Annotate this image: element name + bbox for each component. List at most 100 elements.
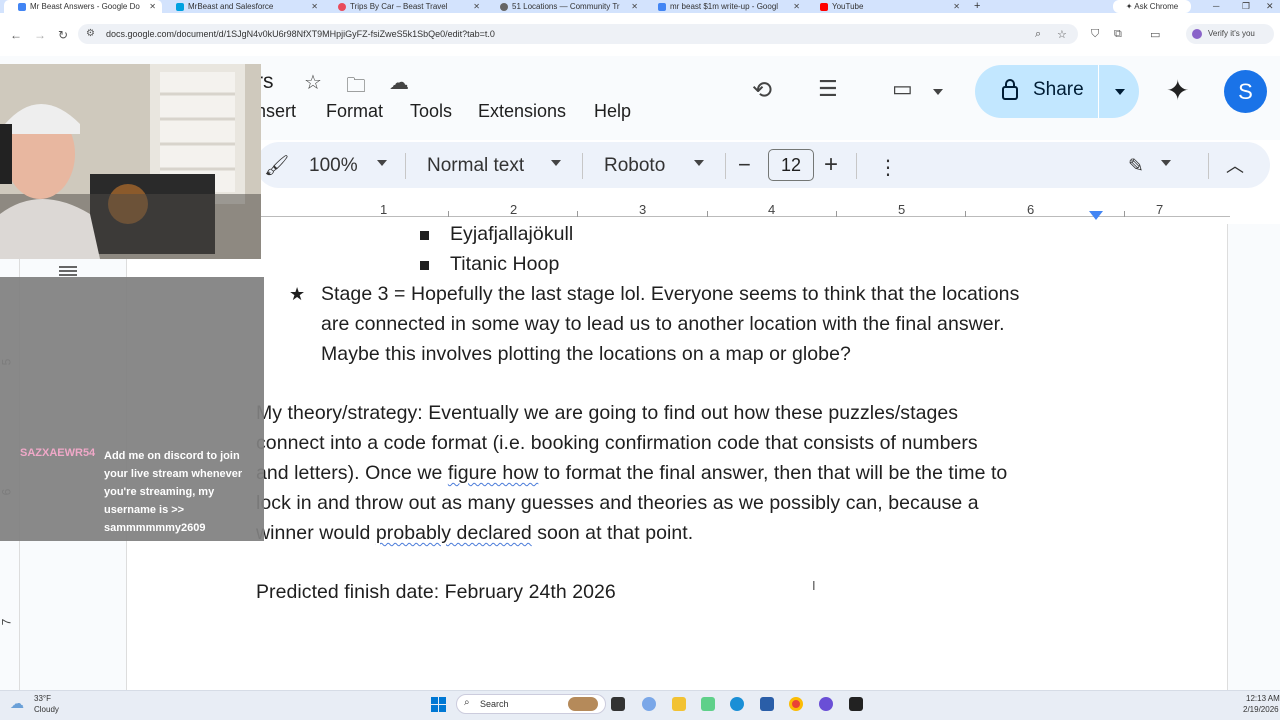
extensions-puzzle-icon[interactable]: ⧉ [1114, 28, 1122, 41]
increase-font-size-button[interactable]: + [824, 151, 838, 179]
weather-cloud-icon[interactable]: ☁ [10, 695, 24, 712]
tab-title: Trips By Car – Beast Travel [350, 2, 448, 11]
mode-chevron-down-icon[interactable] [1161, 160, 1171, 166]
zoom-select[interactable]: 100% [309, 155, 358, 177]
chrome-icon[interactable] [789, 697, 803, 711]
youtube-icon [820, 2, 828, 11]
meet-camera-icon[interactable]: ▭ [892, 76, 913, 102]
windows-start-icon[interactable] [431, 697, 446, 712]
weather-temperature[interactable]: 33°F [34, 694, 51, 703]
clock-time[interactable]: 12:13 AM [1246, 694, 1280, 703]
verify-profile-button[interactable]: Verify it's you [1186, 24, 1274, 44]
discord-icon[interactable] [819, 697, 833, 711]
clock-date[interactable]: 2/19/2026 [1243, 705, 1279, 714]
style-chevron-down-icon[interactable] [551, 160, 561, 166]
close-icon[interactable]: ✕ [793, 0, 800, 13]
ruler-number: 5 [898, 202, 906, 217]
store-icon[interactable] [760, 697, 774, 711]
lock-icon [1002, 79, 1018, 100]
avatar[interactable]: S [1224, 70, 1267, 113]
snipping-tool-icon[interactable] [701, 697, 715, 711]
copilot-icon[interactable] [642, 697, 656, 711]
theory-line[interactable]: connect into a code format (i.e. booking… [256, 432, 978, 455]
theory-line[interactable]: winner would probably declared soon at t… [256, 522, 693, 545]
document-outline-icon[interactable] [58, 264, 78, 278]
tab-mr-beast-answers[interactable]: Mr Beast Answers - Google Do ✕ [4, 0, 162, 13]
close-icon[interactable]: ✕ [953, 0, 960, 13]
extension-shield-icon[interactable]: ⛉ [1091, 28, 1099, 41]
tab-search-icon[interactable]: ▭ [1150, 28, 1160, 41]
window-close-icon[interactable]: ✕ [1266, 0, 1274, 13]
decrease-font-size-button[interactable]: − [738, 152, 751, 178]
spellcheck-flagged-text[interactable]: figure how [448, 462, 538, 484]
star-icon[interactable]: ☆ [304, 70, 322, 95]
obs-icon[interactable] [849, 697, 863, 711]
tab-youtube[interactable]: YouTube ✕ [806, 0, 966, 13]
new-tab-button[interactable]: + [974, 0, 988, 13]
sub-bullet-item[interactable]: Eyjafjallajökull [450, 223, 573, 246]
collapse-chevron-up-icon[interactable]: ︿ [1226, 152, 1244, 178]
stage3-line[interactable]: Stage 3 = Hopefully the last stage lol. … [321, 283, 1019, 306]
ruler-baseline [260, 216, 1230, 217]
close-icon[interactable]: ✕ [311, 0, 318, 13]
theory-line[interactable]: lock in and throw out as many guesses an… [256, 492, 979, 515]
zoom-chevron-down-icon[interactable] [377, 160, 387, 166]
paint-format-icon[interactable]: 🖌 [264, 153, 289, 178]
url-text[interactable]: docs.google.com/document/d/1SJgN4v0kU6r9… [106, 29, 495, 39]
maximize-icon[interactable]: ❐ [1242, 0, 1250, 13]
meet-chevron-down-icon[interactable] [933, 89, 943, 95]
weather-condition[interactable]: Cloudy [34, 705, 59, 714]
close-icon[interactable]: ✕ [149, 0, 156, 13]
version-history-icon[interactable]: ⟲ [752, 76, 772, 105]
tab-trips-by-car[interactable]: Trips By Car – Beast Travel ✕ [324, 0, 486, 13]
gemini-sparkle-icon[interactable]: ✦ [1166, 74, 1189, 107]
cloud-saved-icon[interactable]: ☁ [389, 70, 409, 95]
comments-icon[interactable]: ☰ [818, 76, 838, 102]
back-icon[interactable]: ← [10, 28, 22, 42]
spellcheck-flagged-text[interactable]: probably declared [376, 522, 532, 544]
stage3-line[interactable]: are connected in some way to lead us to … [321, 313, 1005, 336]
ruler-number: 7 [1156, 202, 1164, 217]
menu-extensions[interactable]: Extensions [478, 101, 566, 122]
predicted-finish-line[interactable]: Predicted finish date: February 24th 202… [256, 581, 616, 604]
toolbar-divider [405, 153, 406, 179]
toolbar-divider [856, 153, 857, 179]
menu-format[interactable]: Format [326, 101, 383, 122]
edge-icon[interactable] [730, 697, 744, 711]
editing-mode-pencil-icon[interactable]: ✎ [1128, 155, 1144, 178]
menu-help[interactable]: Help [594, 101, 631, 122]
salesforce-icon [176, 2, 184, 11]
paragraph-style-select[interactable]: Normal text [427, 155, 524, 177]
sub-bullet-item[interactable]: Titanic Hoop [450, 253, 559, 276]
font-chevron-down-icon[interactable] [694, 160, 704, 166]
bookmark-star-icon[interactable]: ☆ [1057, 28, 1067, 41]
task-view-icon[interactable] [611, 697, 625, 711]
close-icon[interactable]: ✕ [473, 0, 480, 13]
share-label: Share [1033, 79, 1084, 100]
menu-insert[interactable]: nsert [256, 101, 296, 122]
font-select[interactable]: Roboto [604, 155, 665, 177]
forward-icon[interactable]: → [34, 28, 46, 42]
menu-tools[interactable]: Tools [410, 101, 452, 122]
tab-51-locations[interactable]: 51 Locations — Community Tr ✕ [486, 0, 644, 13]
theory-line[interactable]: My theory/strategy: Eventually we are go… [256, 402, 958, 425]
minimize-icon[interactable]: ─ [1213, 0, 1219, 13]
theory-line[interactable]: and letters). Once we figure how to form… [256, 462, 1007, 485]
font-size-input[interactable]: 12 [768, 149, 814, 181]
ask-chrome-label: Ask Chrome [1134, 2, 1179, 11]
move-folder-icon[interactable]: 🗀 [346, 71, 366, 105]
horizontal-ruler[interactable] [256, 196, 1270, 224]
tab-mrbeast-salesforce[interactable]: MrBeast and Salesforce ✕ [162, 0, 324, 13]
close-icon[interactable]: ✕ [631, 0, 638, 13]
tab-mr-beast-writeup[interactable]: mr beast $1m write-up - Googl ✕ [644, 0, 806, 13]
zoom-icon[interactable]: ⌕ [1035, 28, 1041, 41]
file-explorer-icon[interactable] [672, 697, 686, 711]
chat-message: Add me on discord to join your live stre… [104, 450, 243, 534]
reload-icon[interactable]: ↻ [58, 28, 68, 42]
more-options-icon[interactable]: ⋮ [878, 155, 898, 180]
share-chevron-down-icon[interactable] [1115, 89, 1125, 95]
stage3-line[interactable]: Maybe this involves plotting the locatio… [321, 343, 851, 366]
ask-chrome-button[interactable]: ✦ Ask Chrome [1113, 0, 1191, 13]
site-info-icon[interactable]: ⚙ [86, 28, 95, 39]
right-indent-marker[interactable] [1089, 211, 1103, 220]
